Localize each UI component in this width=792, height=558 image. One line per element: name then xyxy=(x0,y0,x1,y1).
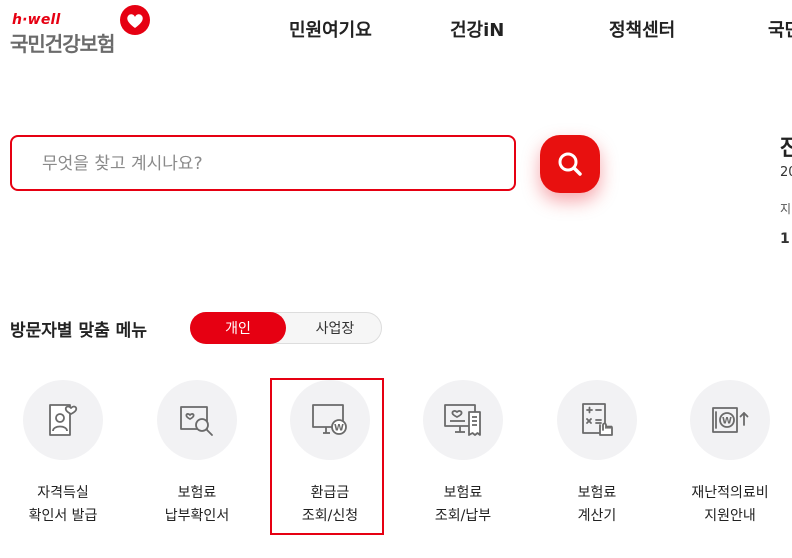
side-panel-title: 잔 xyxy=(780,136,792,161)
menu-item-label: 보험료 조회/납부 xyxy=(434,485,492,524)
document-search-icon xyxy=(180,406,213,436)
menu-icon-circle xyxy=(157,380,237,460)
menu-item-premium-payment-certificate[interactable]: 보험료 납부확인서 xyxy=(137,380,257,528)
monitor-refund-icon: W xyxy=(312,404,347,435)
menu-item-premium-inquiry-payment[interactable]: 보험료 조회/납부 xyxy=(403,380,523,528)
bill-support-icon: W xyxy=(712,407,749,433)
side-panel-line: 20 xyxy=(780,165,792,180)
menu-item-catastrophic-medical-support[interactable]: W 재난적의료비 지원안내 xyxy=(670,380,790,528)
svg-text:W: W xyxy=(722,417,732,427)
menu-item-qualification-certificate[interactable]: 자격득실 확인서 발급 xyxy=(3,380,123,528)
menu-item-label: 보험료 계산기 xyxy=(577,485,617,524)
menu-item-label: 환급금 조회/신청 xyxy=(301,485,359,524)
search-input[interactable] xyxy=(40,137,504,191)
logo-tagline: h·well xyxy=(12,12,61,28)
search-button[interactable] xyxy=(540,135,600,193)
search-icon xyxy=(558,152,582,176)
nav-item-national[interactable]: 국민 xyxy=(768,16,792,42)
side-panel-line: 지 xyxy=(780,202,792,216)
certificate-person-icon xyxy=(49,404,78,436)
calculator-hand-icon xyxy=(582,403,613,436)
nav-item-health-in[interactable]: 건강iN xyxy=(450,16,504,42)
logo-name: 국민건강보험 xyxy=(10,32,115,56)
nav-item-minwon[interactable]: 민원여기요 xyxy=(289,16,372,42)
menu-item-premium-calculator[interactable]: 보험료 계산기 xyxy=(537,380,657,528)
menu-item-label: 보험료 납부확인서 xyxy=(164,485,230,524)
side-panel-line: 1 xyxy=(780,231,790,247)
svg-text:W: W xyxy=(334,424,344,434)
menu-section-title: 방문자별 맞춤 메뉴 xyxy=(10,321,147,341)
menu-icon-circle: W xyxy=(290,380,370,460)
heart-logo-icon xyxy=(120,5,150,35)
site-logo[interactable]: h·well 국민건강보험 xyxy=(10,4,155,56)
menu-icon-circle xyxy=(557,380,637,460)
visitor-type-toggle: 개인 사업장 xyxy=(190,312,382,344)
menu-item-refund-inquiry[interactable]: W 환급금 조회/신청 xyxy=(270,380,390,528)
menu-icon-circle: W xyxy=(690,380,770,460)
search-box xyxy=(10,135,516,191)
toggle-personal[interactable]: 개인 xyxy=(190,312,286,344)
nav-item-policy-center[interactable]: 정책센터 xyxy=(609,16,675,42)
menu-icon-circle xyxy=(23,380,103,460)
toggle-business[interactable]: 사업장 xyxy=(287,312,383,344)
menu-icon-circle xyxy=(423,380,503,460)
menu-item-label: 재난적의료비 지원안내 xyxy=(691,485,769,524)
monitor-receipt-icon xyxy=(444,404,481,436)
menu-item-label: 자격득실 확인서 발급 xyxy=(28,485,98,524)
